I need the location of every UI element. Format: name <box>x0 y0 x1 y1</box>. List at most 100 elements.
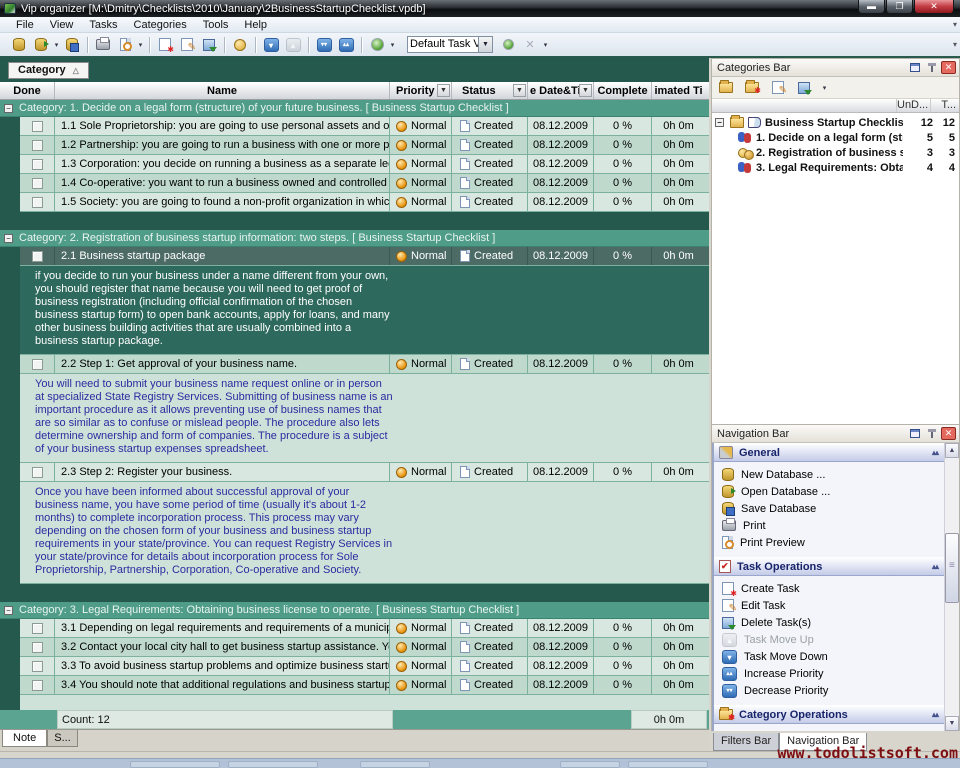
new-database-button[interactable] <box>8 35 30 55</box>
collapse-icon[interactable]: − <box>4 234 13 243</box>
nav-section-task-operations[interactable]: Task Operations▴▴ <box>714 557 944 576</box>
task-view-value[interactable]: Default Task V <box>407 36 479 53</box>
task-row[interactable]: 1.5 Society: you are going to found a no… <box>20 193 709 212</box>
done-checkbox[interactable] <box>32 121 43 132</box>
nav-item-print-preview[interactable]: Print Preview <box>714 534 944 551</box>
nav-item-open-database-[interactable]: Open Database ... <box>714 483 944 500</box>
category-band[interactable]: −Category: 2. Registration of business s… <box>0 230 709 247</box>
done-checkbox[interactable] <box>32 642 43 653</box>
task-note[interactable]: Once you have been informed about succes… <box>20 482 709 584</box>
tree-item[interactable]: 1. Decide on a legal form (structur55 <box>712 130 959 145</box>
date-filter-icon[interactable]: ▼ <box>579 84 592 97</box>
done-checkbox[interactable] <box>32 140 43 151</box>
categories-toolbar-dropdown-icon[interactable]: ▾ <box>820 84 829 92</box>
tree-item[interactable]: 3. Legal Requirements: Obtaining l44 <box>712 160 959 175</box>
navigation-pin-icon[interactable] <box>924 427 939 440</box>
menu-overflow-icon[interactable]: ▾ <box>953 20 957 29</box>
scroll-up-icon[interactable]: ▲ <box>945 443 959 458</box>
column-due-date[interactable]: e Date&Tir ▼ <box>528 82 594 99</box>
category-band[interactable]: −Category: 1. Decide on a legal form (st… <box>0 100 709 117</box>
done-checkbox[interactable] <box>32 680 43 691</box>
collapse-section-icon[interactable]: ▴▴ <box>932 562 944 571</box>
nav-section-general[interactable]: General▴▴ <box>714 443 944 462</box>
tab-note[interactable]: Note <box>2 730 47 747</box>
collapse-section-icon[interactable]: ▴▴ <box>932 710 944 719</box>
print-preview-button[interactable] <box>114 35 136 55</box>
print-preview-dropdown-icon[interactable]: ▾ <box>136 41 145 49</box>
task-row[interactable]: 3.2 Contact your local city hall to get … <box>20 638 709 657</box>
task-row[interactable]: 2.1 Business startup packageNormalCreate… <box>20 247 709 266</box>
categories-pin-icon[interactable] <box>924 61 939 74</box>
edit-task-button[interactable] <box>176 35 198 55</box>
restore-button[interactable]: ❐ <box>886 0 913 14</box>
status-filter-icon[interactable]: ▼ <box>513 84 526 97</box>
categories-restore-icon[interactable] <box>907 61 922 74</box>
column-complete[interactable]: Complete <box>594 82 652 99</box>
increase-priority-button[interactable]: ▴▴ <box>335 35 357 55</box>
task-note[interactable]: You will need to submit your business na… <box>20 374 709 463</box>
nav-item-delete-task-s-[interactable]: Delete Task(s) <box>714 614 944 631</box>
done-checkbox[interactable] <box>32 661 43 672</box>
collapse-section-icon[interactable]: ▴▴ <box>932 448 944 457</box>
edit-category-icon[interactable] <box>768 79 788 97</box>
open-database-button[interactable] <box>30 35 52 55</box>
navigation-restore-icon[interactable] <box>907 427 922 440</box>
done-checkbox[interactable] <box>32 467 43 478</box>
delete-task-button[interactable] <box>198 35 220 55</box>
save-database-button[interactable] <box>61 35 83 55</box>
tree-column-total[interactable]: T... <box>931 99 959 112</box>
new-category-icon[interactable] <box>716 79 736 97</box>
nav-item-new-database-[interactable]: New Database ... <box>714 466 944 483</box>
navigation-close-icon[interactable]: ✕ <box>941 427 956 440</box>
complete-task-button[interactable] <box>229 35 251 55</box>
decrease-priority-button[interactable]: ▾▾ <box>313 35 335 55</box>
menu-categories[interactable]: Categories <box>126 18 195 32</box>
nav-section-category-operations[interactable]: Category Operations▴▴ <box>714 705 944 724</box>
task-row[interactable]: 3.3 To avoid business startup problems a… <box>20 657 709 676</box>
tree-item[interactable]: −Business Startup Checklist1212 <box>712 115 959 130</box>
priority-filter-icon[interactable]: ▼ <box>437 84 450 97</box>
column-estimated[interactable]: imated Ti <box>652 82 705 99</box>
nav-item-save-database[interactable]: Save Database <box>714 500 944 517</box>
category-band[interactable]: −Category: 3. Legal Requirements: Obtain… <box>0 602 709 619</box>
create-task-button[interactable] <box>154 35 176 55</box>
task-view-dropdown-icon[interactable]: ▾ <box>388 41 397 49</box>
done-checkbox[interactable] <box>32 623 43 634</box>
nav-item-print[interactable]: Print <box>714 517 944 534</box>
menu-tasks[interactable]: Tasks <box>81 18 125 32</box>
column-done[interactable]: Done <box>0 82 55 99</box>
task-row[interactable]: 1.1 Sole Proprietorship: you are going t… <box>20 117 709 136</box>
open-database-dropdown-icon[interactable]: ▾ <box>52 41 61 49</box>
done-checkbox[interactable] <box>32 251 43 262</box>
collapse-icon[interactable]: − <box>4 104 13 113</box>
task-row[interactable]: 1.3 Corporation: you decide on running a… <box>20 155 709 174</box>
toolbar-dropdown-icon[interactable]: ▾ <box>541 41 550 49</box>
tree-item[interactable]: 2. Registration of business startup33 <box>712 145 959 160</box>
category-properties-icon[interactable] <box>742 79 762 97</box>
nav-item-task-move-down[interactable]: ▾Task Move Down <box>714 648 944 665</box>
task-view-dropdown-icon[interactable]: ▼ <box>479 36 493 53</box>
done-checkbox[interactable] <box>32 359 43 370</box>
tree-column-undone[interactable]: UnD... <box>897 99 931 112</box>
done-checkbox[interactable] <box>32 159 43 170</box>
column-priority[interactable]: Priority ▼ <box>390 82 452 99</box>
collapse-icon[interactable]: − <box>4 606 13 615</box>
categories-close-icon[interactable]: ✕ <box>941 61 956 74</box>
delete-category-icon[interactable] <box>794 79 814 97</box>
done-checkbox[interactable] <box>32 178 43 189</box>
column-name[interactable]: Name <box>55 82 390 99</box>
menu-file[interactable]: File <box>8 18 42 32</box>
task-row[interactable]: 2.3 Step 2: Register your business.Norma… <box>20 463 709 482</box>
apply-view-button[interactable] <box>497 35 519 55</box>
toolbar-overflow-icon[interactable]: ▾ <box>953 40 957 49</box>
column-status[interactable]: Status ▼ <box>452 82 528 99</box>
tree-collapse-icon[interactable]: − <box>715 118 724 127</box>
task-row[interactable]: 3.1 Depending on legal requirements and … <box>20 619 709 638</box>
task-move-down-button[interactable]: ▾ <box>260 35 282 55</box>
close-button[interactable]: ✕ <box>914 0 954 14</box>
print-button[interactable] <box>92 35 114 55</box>
tab-filters-bar[interactable]: Filters Bar <box>713 733 779 751</box>
task-row[interactable]: 3.4 You should note that additional regu… <box>20 676 709 695</box>
nav-item-create-task[interactable]: Create Task <box>714 580 944 597</box>
task-row[interactable]: 2.2 Step 1: Get approval of your busines… <box>20 355 709 374</box>
